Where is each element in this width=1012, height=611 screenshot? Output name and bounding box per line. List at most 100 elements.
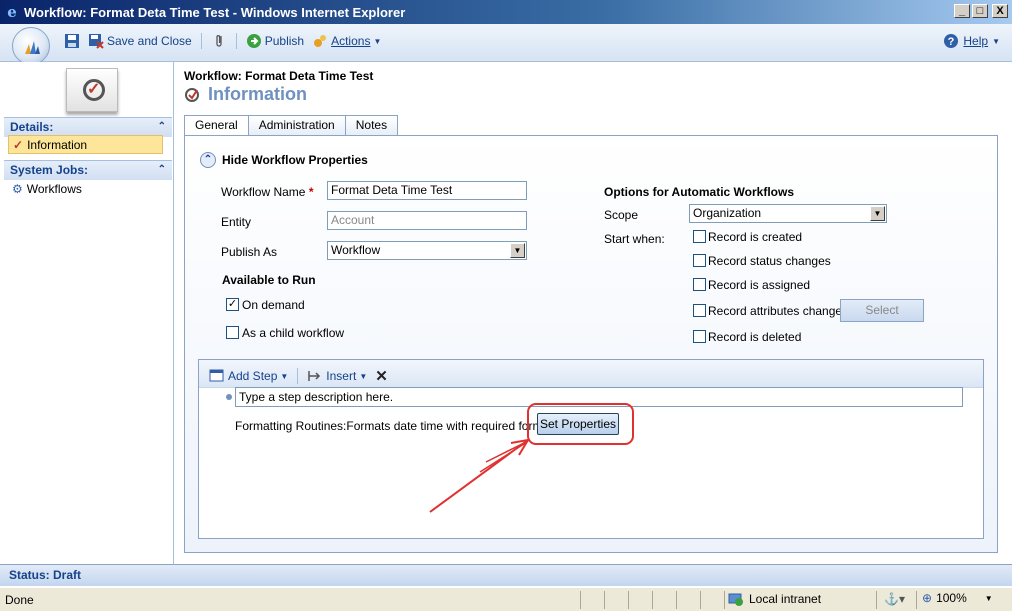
available-to-run-header: Available to Run <box>222 273 316 287</box>
workflow-name-label-text: Workflow Name <box>221 185 306 199</box>
save-and-close-button[interactable]: Save and Close <box>84 33 196 49</box>
publish-icon <box>246 34 261 48</box>
actions-label: Actions <box>331 34 371 48</box>
window-title: Workflow: Format Deta Time Test - Window… <box>24 4 406 20</box>
step-text: Formatting Routines:Formats date time wi… <box>235 419 553 433</box>
zoom-control[interactable]: ⊕ 100% ▼ <box>922 591 993 605</box>
publish-as-value: Workflow <box>331 243 381 257</box>
record-deleted-label: Record is deleted <box>708 330 802 344</box>
collapse-circle-icon: ⌃ <box>200 152 216 168</box>
record-status-changes-label: Record status changes <box>708 254 831 268</box>
scope-select[interactable]: Organization ▼ <box>689 204 887 223</box>
tab-notes[interactable]: Notes <box>344 115 399 135</box>
actions-menu-button[interactable]: Actions ▼ <box>308 33 385 49</box>
child-workflow-checkbox[interactable] <box>226 326 239 339</box>
automatic-workflows-header: Options for Automatic Workflows <box>604 185 795 199</box>
form-tabs: General Administration Notes <box>184 115 399 136</box>
sidebar-item-information[interactable]: ✓ Information <box>8 135 163 154</box>
protected-mode-icon[interactable]: ⚓▾ <box>884 592 905 606</box>
publish-label: Publish <box>264 34 305 48</box>
add-step-button[interactable]: Add Step ▼ <box>205 368 292 384</box>
help-label: Help <box>963 34 989 48</box>
crm-logo-icon[interactable] <box>12 27 50 65</box>
entity-label: Entity <box>221 215 252 229</box>
status-divider <box>652 591 653 609</box>
workflow-check-icon: ✓ <box>13 137 24 152</box>
help-menu-button[interactable]: ? Help ▼ <box>943 33 1000 49</box>
sidebar-item-label: Workflows <box>26 181 82 196</box>
record-assigned-label: Record is assigned <box>708 278 811 292</box>
record-status-changes-checkbox[interactable] <box>693 254 706 267</box>
record-created-checkbox[interactable] <box>693 230 706 243</box>
insert-button[interactable]: Insert ▼ <box>303 368 371 384</box>
window-controls: _ □ X <box>954 4 1008 18</box>
status-divider <box>580 591 581 609</box>
system-jobs-section-header[interactable]: System Jobs: ⌃ <box>4 160 172 180</box>
publish-as-label: Publish As <box>221 245 278 259</box>
page-title-text: Information <box>208 84 307 104</box>
svg-text:?: ? <box>948 36 955 48</box>
annotation-highlight <box>527 403 634 445</box>
child-workflow-label: As a child workflow <box>242 326 345 340</box>
add-step-icon <box>209 369 224 382</box>
workflow-name-label: Workflow Name * <box>221 185 313 199</box>
hide-workflow-properties-toggle[interactable]: ⌃ Hide Workflow Properties <box>200 152 368 168</box>
record-assigned-checkbox[interactable] <box>693 278 706 291</box>
form-status-text: Status: Draft <box>9 568 82 582</box>
scope-value: Organization <box>693 206 762 220</box>
left-navigation: ✓ Details: ⌃ ✓ Information System Jobs: … <box>0 62 174 564</box>
publish-button[interactable]: Publish <box>242 33 308 49</box>
status-divider <box>724 591 725 609</box>
browser-status-text: Done <box>5 593 34 607</box>
record-created-label: Record is created <box>708 230 803 244</box>
sidebar-item-label: Information <box>27 137 88 152</box>
on-demand-checkbox[interactable]: ✓ <box>226 298 239 311</box>
security-zone[interactable]: Local intranet <box>728 591 821 607</box>
command-toolbar: Save and Close Publish Actions ▼ ? Help … <box>0 24 1012 65</box>
step-designer: Add Step ▼ Insert ▼ ✕ <box>198 359 984 539</box>
tab-general[interactable]: General <box>184 115 249 136</box>
insert-label: Insert <box>326 369 357 383</box>
save-and-close-label: Save and Close <box>107 34 192 48</box>
entity-field: Account <box>327 211 527 230</box>
status-divider <box>676 591 677 609</box>
window-titlebar: e Workflow: Format Deta Time Test - Wind… <box>0 0 1012 24</box>
chevron-down-icon: ▼ <box>992 36 1000 46</box>
status-divider <box>876 591 877 609</box>
collapse-icon[interactable]: ⌃ <box>158 118 166 136</box>
details-section-header[interactable]: Details: ⌃ <box>4 117 172 137</box>
status-divider <box>700 591 701 609</box>
add-step-label: Add Step <box>228 369 278 383</box>
maximize-button[interactable]: □ <box>972 4 988 18</box>
status-divider <box>916 591 917 609</box>
status-divider <box>604 591 605 609</box>
start-when-label: Start when: <box>604 232 665 246</box>
save-button[interactable] <box>60 33 84 49</box>
tab-administration[interactable]: Administration <box>247 115 346 135</box>
chevron-down-icon[interactable]: ▼ <box>870 206 885 221</box>
publish-as-select[interactable]: Workflow ▼ <box>327 241 527 260</box>
minimize-button[interactable]: _ <box>954 4 970 18</box>
collapse-icon[interactable]: ⌃ <box>158 161 166 179</box>
record-attributes-change-label: Record attributes change <box>708 304 843 318</box>
record-deleted-checkbox[interactable] <box>693 330 706 343</box>
status-divider <box>628 591 629 609</box>
close-button[interactable]: X <box>992 4 1008 18</box>
record-attributes-change-checkbox[interactable] <box>693 304 706 317</box>
zoom-icon: ⊕ <box>922 591 933 605</box>
details-header-label: Details: <box>10 120 54 134</box>
help-icon: ? <box>944 34 959 48</box>
attach-button[interactable] <box>207 33 231 49</box>
paperclip-icon <box>216 35 222 47</box>
delete-step-button[interactable]: ✕ <box>371 367 392 385</box>
form-status-bar: Status: Draft <box>0 564 1012 586</box>
actions-gear-icon <box>314 35 327 47</box>
insert-icon <box>308 371 321 381</box>
sidebar-item-workflows[interactable]: ⚙ Workflows <box>8 179 163 198</box>
browser-status-bar: Done Local intranet ⚓▾ ⊕ 100% ▼ <box>0 587 1012 611</box>
chevron-down-icon[interactable]: ▼ <box>510 243 525 258</box>
select-attributes-button[interactable]: Select <box>840 299 924 322</box>
delete-icon: ✕ <box>375 368 388 385</box>
page-title: Information <box>184 84 307 105</box>
workflow-name-input[interactable]: Format Deta Time Test <box>327 181 527 200</box>
